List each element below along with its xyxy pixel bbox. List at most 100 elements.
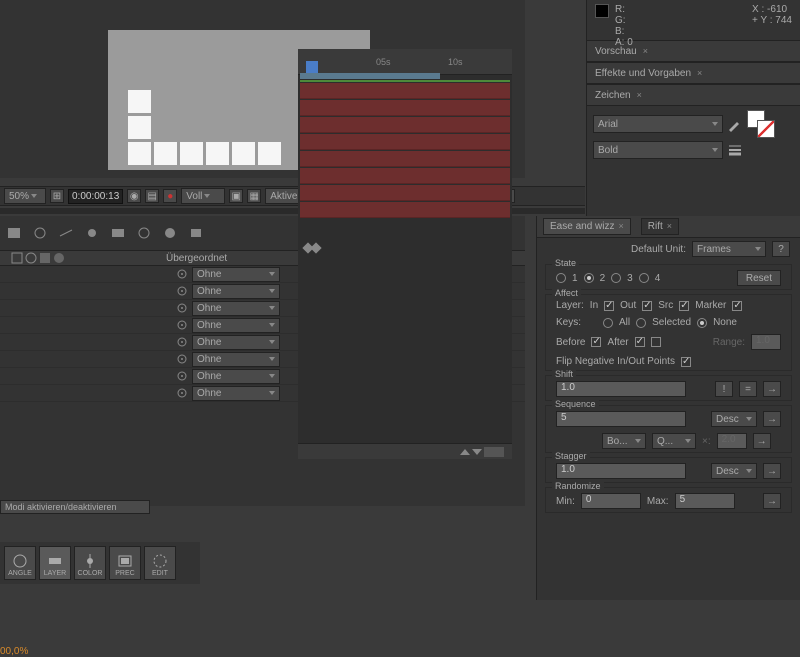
shift-input[interactable]: 1.0 [556, 381, 686, 397]
show-snapshot-icon[interactable]: ▤ [145, 189, 159, 203]
layer-bar[interactable] [300, 202, 510, 218]
playhead[interactable] [306, 61, 318, 73]
edit-button[interactable]: EDIT [144, 546, 176, 580]
layer-bar[interactable] [300, 185, 510, 201]
prec-button[interactable]: PREC [109, 546, 141, 580]
default-unit-dropdown[interactable]: Frames [692, 241, 766, 257]
pickwhip-icon[interactable] [176, 268, 188, 280]
parent-dropdown[interactable]: Ohne [192, 369, 280, 384]
pickwhip-icon[interactable] [176, 302, 188, 314]
pickwhip-icon[interactable] [176, 319, 188, 331]
font-style-dropdown[interactable]: Bold [593, 141, 723, 159]
switch-icon[interactable] [52, 251, 66, 265]
parent-dropdown[interactable]: Ohne [192, 352, 280, 367]
work-area-bar[interactable] [300, 73, 440, 79]
range-checkbox[interactable] [651, 337, 661, 347]
keys-selected-radio[interactable] [636, 318, 646, 328]
grid-icon[interactable]: ⊞ [50, 189, 64, 203]
time-ruler[interactable]: 05s 10s [298, 49, 512, 75]
tl-tool-icon[interactable] [188, 226, 204, 240]
channel-icon[interactable]: ● [163, 189, 177, 203]
zoom-dropdown[interactable]: 50% [4, 188, 46, 204]
shift-eq-button[interactable]: = [739, 381, 757, 397]
pickwhip-icon[interactable] [176, 387, 188, 399]
src-checkbox[interactable] [679, 301, 689, 311]
parent-dropdown[interactable]: Ohne [192, 386, 280, 401]
close-icon[interactable]: × [643, 46, 648, 56]
switch-icon[interactable] [38, 251, 52, 265]
layer-button[interactable]: LAYER [39, 546, 71, 580]
effects-panel-tab[interactable]: Effekte und Vorgaben× [587, 62, 800, 84]
parent-dropdown[interactable]: Ohne [192, 318, 280, 333]
layer-bar[interactable] [300, 151, 510, 167]
color-button[interactable]: COLOR [74, 546, 106, 580]
tl-tool-icon[interactable] [84, 226, 100, 240]
marker-checkbox[interactable] [732, 301, 742, 311]
zoom-slider[interactable] [484, 447, 504, 457]
stagger-input[interactable]: 1.0 [556, 463, 686, 479]
tl-tool-icon[interactable] [110, 226, 126, 240]
pickwhip-icon[interactable] [176, 353, 188, 365]
tl-tool-icon[interactable] [136, 226, 152, 240]
close-icon[interactable]: × [697, 68, 702, 78]
layer-bar[interactable] [300, 83, 510, 99]
state-3-radio[interactable] [611, 273, 621, 283]
transparency-icon[interactable]: ▦ [247, 189, 261, 203]
keyframe[interactable] [310, 242, 321, 253]
in-checkbox[interactable] [604, 301, 614, 311]
close-icon[interactable]: × [637, 90, 642, 100]
switch-icon[interactable] [24, 251, 38, 265]
help-button[interactable]: ? [772, 241, 790, 257]
max-input[interactable]: 5 [675, 493, 735, 509]
parent-dropdown[interactable]: Ohne [192, 301, 280, 316]
parent-dropdown[interactable]: Ohne [192, 335, 280, 350]
layer-bar[interactable] [300, 100, 510, 116]
switch-icon[interactable] [10, 251, 24, 265]
font-family-dropdown[interactable]: Arial [593, 115, 723, 133]
shift-bang-button[interactable]: ! [715, 381, 733, 397]
sequence-go-button[interactable]: → [763, 411, 781, 427]
seq-bo-dropdown[interactable]: Bo... [602, 433, 646, 449]
snapshot-icon[interactable]: ◉ [127, 189, 141, 203]
parent-dropdown[interactable]: Ohne [192, 284, 280, 299]
state-4-radio[interactable] [639, 273, 649, 283]
pickwhip-icon[interactable] [176, 285, 188, 297]
reset-button[interactable]: Reset [737, 270, 781, 286]
keys-none-radio[interactable] [697, 318, 707, 328]
before-checkbox[interactable] [591, 337, 601, 347]
fill-stroke-swatch[interactable] [747, 110, 775, 138]
tl-tool-icon[interactable] [162, 226, 178, 240]
collapse-icon[interactable] [460, 449, 470, 455]
out-checkbox[interactable] [642, 301, 652, 311]
min-input[interactable]: 0 [581, 493, 641, 509]
roi-icon[interactable]: ▣ [229, 189, 243, 203]
stroke-width-icon[interactable] [727, 142, 743, 158]
seq-apply-button[interactable]: → [753, 433, 771, 449]
rift-tab[interactable]: Rift× [641, 218, 679, 235]
layer-bar[interactable] [300, 168, 510, 184]
tl-tool-icon[interactable] [32, 226, 48, 240]
keys-all-radio[interactable] [603, 318, 613, 328]
eyedropper-icon[interactable] [727, 116, 743, 132]
after-checkbox[interactable] [635, 337, 645, 347]
state-1-radio[interactable] [556, 273, 566, 283]
track-area[interactable]: 05s 10s [298, 49, 512, 459]
collapse-icon[interactable] [472, 449, 482, 455]
flip-checkbox[interactable] [681, 357, 691, 367]
angle-button[interactable]: ANGLE [4, 546, 36, 580]
pickwhip-icon[interactable] [176, 370, 188, 382]
seq-q-dropdown[interactable]: Q... [652, 433, 696, 449]
state-2-radio[interactable] [584, 273, 594, 283]
shift-go-button[interactable]: → [763, 381, 781, 397]
toggle-modes-button[interactable]: Modi aktivieren/deaktivieren [0, 500, 150, 514]
stagger-go-button[interactable]: → [763, 463, 781, 479]
tl-tool-icon[interactable] [6, 226, 22, 240]
timecode[interactable]: 0:00:00:13 [68, 189, 123, 204]
resolution-dropdown[interactable]: Voll [181, 188, 225, 204]
randomize-go-button[interactable]: → [763, 493, 781, 509]
tl-tool-icon[interactable] [58, 226, 74, 240]
layer-bar[interactable] [300, 117, 510, 133]
sequence-input[interactable]: 5 [556, 411, 686, 427]
parent-dropdown[interactable]: Ohne [192, 267, 280, 282]
pickwhip-icon[interactable] [176, 336, 188, 348]
